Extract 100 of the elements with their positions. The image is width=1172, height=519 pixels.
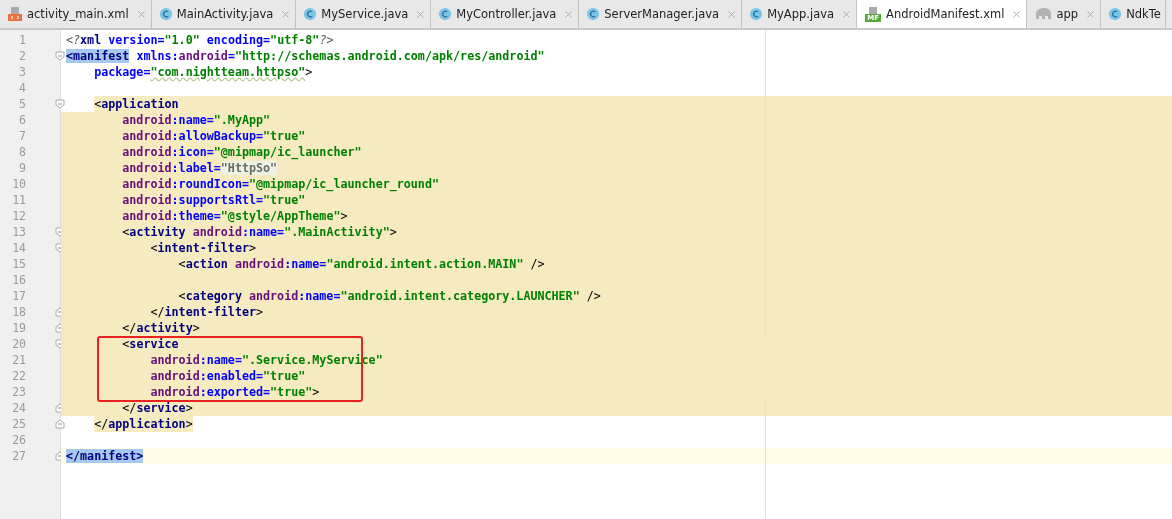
line-number: 17 xyxy=(11,289,26,303)
code-token: "@mipmap/ic_launcher" xyxy=(213,145,362,159)
code-token: "true" xyxy=(263,369,306,383)
close-icon[interactable] xyxy=(1085,8,1097,20)
line-number: 11 xyxy=(11,193,26,207)
line-number: 19 xyxy=(11,321,26,335)
code-token: "android.intent.category.LAUNCHER" xyxy=(340,289,580,303)
code-token: activity xyxy=(136,321,193,335)
code-token: > xyxy=(192,321,200,335)
line-number: 7 xyxy=(18,129,26,143)
line-number: 21 xyxy=(11,353,26,367)
code-token: android xyxy=(121,161,172,175)
code-token: "com.nightteam.httpso" xyxy=(150,65,306,79)
line-number: 25 xyxy=(11,417,26,431)
code-token: :roundIcon= xyxy=(171,177,249,191)
code-token: :name= xyxy=(284,257,327,271)
close-icon[interactable] xyxy=(563,8,575,20)
line-number: 9 xyxy=(18,161,26,175)
code-token: :theme= xyxy=(171,209,221,223)
code-token: :supportsRtl= xyxy=(171,193,264,207)
code-token: :allowBackup= xyxy=(171,129,264,143)
line-number: 13 xyxy=(11,225,26,239)
code-token: encoding= xyxy=(205,33,271,47)
code-token: intent-filter xyxy=(164,305,256,319)
line-number: 4 xyxy=(18,81,26,95)
code-token: :label= xyxy=(171,161,221,175)
close-icon[interactable] xyxy=(726,8,738,20)
fold-marker-icon[interactable] xyxy=(55,51,65,61)
line-number: 8 xyxy=(18,145,26,159)
line-number: 18 xyxy=(11,305,26,319)
code-token: android xyxy=(121,209,172,223)
close-icon[interactable] xyxy=(280,8,292,20)
code-token: action xyxy=(185,257,228,271)
code-token: </ xyxy=(121,401,137,415)
line-number: 14 xyxy=(11,241,26,255)
line-number: 3 xyxy=(18,65,26,79)
code-token: category xyxy=(185,289,242,303)
code-token: :enabled= xyxy=(199,369,264,383)
line-number: 27 xyxy=(11,449,26,463)
code-token: > xyxy=(185,401,193,415)
fold-marker-icon[interactable] xyxy=(55,419,65,429)
code-token: "@style/AppTheme" xyxy=(220,209,341,223)
code-token: < xyxy=(177,289,186,303)
code-token: </manifest> xyxy=(66,449,144,463)
code-token: "1.0" xyxy=(164,33,200,47)
code-token: </ xyxy=(94,417,109,431)
code-token: > xyxy=(389,225,397,239)
code-token: > xyxy=(340,209,348,223)
code-token: :name= xyxy=(199,353,242,367)
code-token: </ xyxy=(121,321,137,335)
line-number: 1 xyxy=(18,33,26,47)
close-icon[interactable] xyxy=(415,8,427,20)
code-token: < xyxy=(149,241,158,255)
close-icon[interactable] xyxy=(841,8,853,20)
code-token: "HttpSo" xyxy=(220,161,278,175)
code-token: < xyxy=(177,257,186,271)
code-token: xml xyxy=(80,33,102,47)
code-token: service xyxy=(136,401,186,415)
code-token: "@mipmap/ic_launcher_round" xyxy=(248,177,439,191)
code-token: android xyxy=(121,113,172,127)
code-token: android xyxy=(121,129,172,143)
close-icon[interactable] xyxy=(135,8,147,20)
code-token: "utf-8" xyxy=(270,33,320,47)
code-token: > xyxy=(248,241,256,255)
code-token: < xyxy=(121,225,130,239)
code-token: ".MyApp" xyxy=(213,113,271,127)
code-token: /> xyxy=(585,289,601,303)
code-token: "android.intent.action.MAIN" xyxy=(326,257,524,271)
close-icon[interactable] xyxy=(1011,8,1023,20)
line-number: 16 xyxy=(11,273,26,287)
code-token: :exported= xyxy=(199,385,271,399)
code-token: :icon= xyxy=(171,145,214,159)
code-token: version= xyxy=(107,33,165,47)
line-number: 20 xyxy=(11,337,26,351)
code-token: ?> xyxy=(319,33,334,47)
code-token: :name= xyxy=(171,113,214,127)
line-number: 23 xyxy=(11,385,26,399)
code-token: <? xyxy=(66,33,81,47)
code-token: android xyxy=(178,49,228,63)
line-number: 12 xyxy=(11,209,26,223)
code-token: > xyxy=(305,65,313,79)
code-token: application xyxy=(101,97,179,111)
fold-marker-icon[interactable] xyxy=(55,99,65,109)
code-token: "true" xyxy=(270,385,313,399)
code-token: application xyxy=(108,417,186,431)
code-token: </ xyxy=(149,305,165,319)
code-token: < xyxy=(121,337,130,351)
code-token: < xyxy=(94,97,102,111)
code-token: > xyxy=(256,305,264,319)
code-token: xmlns: xyxy=(135,49,179,63)
code-token: android xyxy=(149,369,200,383)
code-token: service xyxy=(129,337,179,351)
line-number: 22 xyxy=(11,369,26,383)
code-token: android xyxy=(121,193,172,207)
code-token: android xyxy=(121,145,172,159)
code-token: "http://schemas.android.com/apk/res/android" xyxy=(234,49,545,63)
code-token: android xyxy=(247,289,299,303)
code-token: > xyxy=(312,385,320,399)
code-token: "true" xyxy=(263,193,306,207)
code-token: android xyxy=(121,177,172,191)
